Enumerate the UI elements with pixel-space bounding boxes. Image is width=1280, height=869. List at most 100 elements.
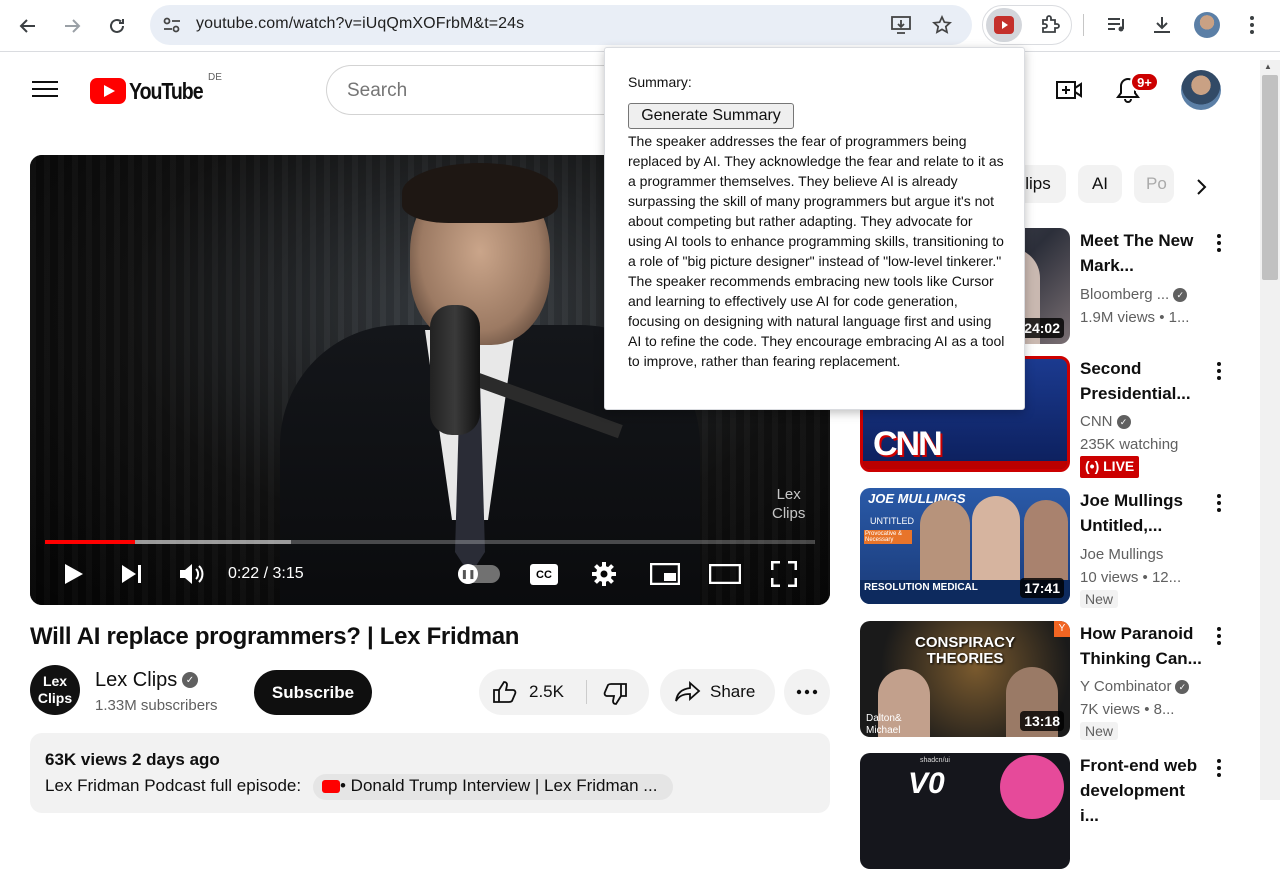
miniplayer-button[interactable]	[649, 559, 681, 589]
thumb-yc-title: CONSPIRACY THEORIES	[914, 634, 1015, 667]
thumb-ticker	[863, 461, 1067, 469]
rec-title[interactable]: How Paranoid Thinking Can...	[1080, 621, 1205, 671]
reload-button[interactable]	[101, 10, 133, 42]
new-badge: New	[1080, 722, 1119, 740]
chips-next-button[interactable]	[1196, 178, 1208, 201]
rec-title[interactable]: Meet The New Mark...	[1080, 228, 1205, 278]
rec-meta: 235K watching	[1080, 436, 1179, 453]
rec-more-button[interactable]	[1212, 492, 1226, 514]
user-avatar[interactable]	[1181, 70, 1221, 110]
verified-icon: ✓	[1173, 288, 1188, 303]
profile-avatar[interactable]	[1194, 12, 1220, 38]
rec-more-button[interactable]	[1212, 625, 1226, 647]
subscribe-button[interactable]: Subscribe	[254, 670, 372, 715]
thumbnail[interactable]: JOE MULLINGS UNTITLED Provocative & Nece…	[860, 488, 1070, 604]
volume-icon	[180, 564, 204, 584]
fullscreen-icon	[771, 561, 797, 587]
reload-icon	[110, 18, 124, 33]
summary-label: Summary:	[628, 74, 692, 90]
back-arrow-icon	[19, 19, 35, 33]
play-button[interactable]	[62, 559, 86, 589]
next-button[interactable]	[120, 559, 144, 589]
video-title: Will AI replace programmers? | Lex Fridm…	[30, 623, 520, 650]
live-badge: (•) LIVE	[1080, 456, 1140, 478]
rec-channel-name: Bloomberg ...	[1080, 286, 1170, 303]
live-label: LIVE	[1103, 458, 1135, 474]
chip-ai[interactable]: AI	[1078, 165, 1122, 203]
more-actions-button[interactable]	[784, 669, 830, 715]
chip-label: lips	[1025, 174, 1051, 193]
summary-text: The speaker addresses the fear of progra…	[628, 133, 1005, 369]
address-bar[interactable]: youtube.com/watch?v=iUqQmXOFrbM&t=24s	[150, 5, 972, 45]
puzzle-icon	[1042, 15, 1060, 33]
youtube-mini-icon	[322, 780, 340, 793]
install-app-icon[interactable]	[890, 15, 912, 35]
back-button[interactable]	[12, 10, 44, 42]
download-icon	[1154, 17, 1170, 33]
dislike-button[interactable]	[602, 682, 628, 711]
thumb-person-3	[1024, 500, 1068, 580]
rec-title[interactable]: Joe Mullings Untitled,...	[1080, 488, 1205, 538]
channel-name[interactable]: Lex Clips	[95, 669, 177, 692]
chip-partial[interactable]: Po	[1134, 165, 1174, 203]
share-icon	[675, 680, 701, 708]
thumb-joe-tag: Provocative & Necessary	[864, 530, 912, 544]
browser-toolbar: youtube.com/watch?v=iUqQmXOFrbM&t=24s	[0, 0, 1280, 52]
scrollbar-thumb[interactable]	[1262, 75, 1278, 280]
thumbnail[interactable]: CONSPIRACY THEORIES Dalton& Michael Y 13…	[860, 621, 1070, 737]
rec-meta: 10 views • 12...	[1080, 569, 1182, 586]
thumbnail[interactable]: shadcn/ui V0	[860, 753, 1070, 869]
rec-channel: CNN ✓	[1080, 413, 1131, 430]
thumb-person-1	[920, 500, 970, 580]
rec-channel: Bloomberg ... ✓	[1080, 286, 1188, 303]
description-link-text[interactable]: • Donald Trump Interview | Lex Fridman .…	[340, 776, 657, 796]
duration-badge: 17:41	[1020, 578, 1064, 598]
url-text: youtube.com/watch?v=iUqQmXOFrbM&t=24s	[196, 15, 525, 32]
downloads-button[interactable]	[1148, 11, 1176, 39]
thumb-person-2	[972, 496, 1020, 580]
description-box[interactable]	[30, 733, 830, 813]
playlist-music-icon	[1108, 18, 1124, 32]
settings-button[interactable]	[590, 559, 618, 589]
channel-watermark[interactable]: Lex Clips	[772, 485, 805, 523]
rec-title[interactable]: Front-end web development i...	[1080, 753, 1205, 828]
summary-extension-button[interactable]	[986, 8, 1022, 42]
generate-summary-button[interactable]: Generate Summary	[628, 103, 794, 129]
channel-avatar-line1: Lex	[42, 673, 68, 689]
scroll-up-icon[interactable]: ▲	[1264, 62, 1272, 71]
subscriber-count: 1.33M subscribers	[95, 697, 218, 714]
chrome-menu-button[interactable]	[1238, 11, 1266, 39]
description-prefix: Lex Fridman Podcast full episode:	[45, 776, 302, 795]
rec-more-button[interactable]	[1212, 757, 1226, 779]
theater-mode-button[interactable]	[708, 559, 742, 589]
progress-bar[interactable]	[45, 540, 815, 544]
channel-avatar[interactable]: Lex Clips	[30, 665, 80, 715]
forward-button[interactable]	[56, 10, 88, 42]
extensions-button[interactable]	[1036, 11, 1064, 39]
fullscreen-button[interactable]	[770, 559, 798, 589]
speaker-hair	[402, 163, 558, 223]
rec-more-button[interactable]	[1212, 232, 1226, 254]
autoplay-toggle[interactable]: ❚❚	[458, 564, 500, 584]
more-horiz-icon	[796, 689, 818, 695]
yc-logo-icon: Y	[1054, 621, 1070, 637]
youtube-logo[interactable]: YouTube	[90, 76, 216, 106]
bookmark-star-icon[interactable]	[932, 15, 952, 35]
time-display: 0:22 / 3:15	[228, 565, 304, 582]
volume-button[interactable]	[178, 559, 206, 589]
duration-badge: 13:18	[1020, 711, 1064, 731]
subtitles-button[interactable]: CC	[530, 564, 558, 585]
create-button[interactable]	[1055, 78, 1083, 107]
v0-logo: V0	[908, 767, 945, 800]
watermark-line2: Clips	[772, 505, 806, 522]
like-count: 2.5K	[529, 682, 564, 701]
like-button[interactable]	[492, 680, 518, 709]
verified-icon: ✓	[1116, 415, 1131, 430]
rec-title[interactable]: Second Presidential...	[1080, 356, 1205, 406]
rec-more-button[interactable]	[1212, 360, 1226, 382]
like-divider	[586, 680, 587, 704]
hamburger-menu-icon[interactable]	[32, 78, 58, 100]
media-control-button[interactable]	[1103, 11, 1131, 39]
search-input[interactable]: Search	[326, 65, 626, 115]
rec-meta: 7K views • 8...	[1080, 701, 1175, 718]
